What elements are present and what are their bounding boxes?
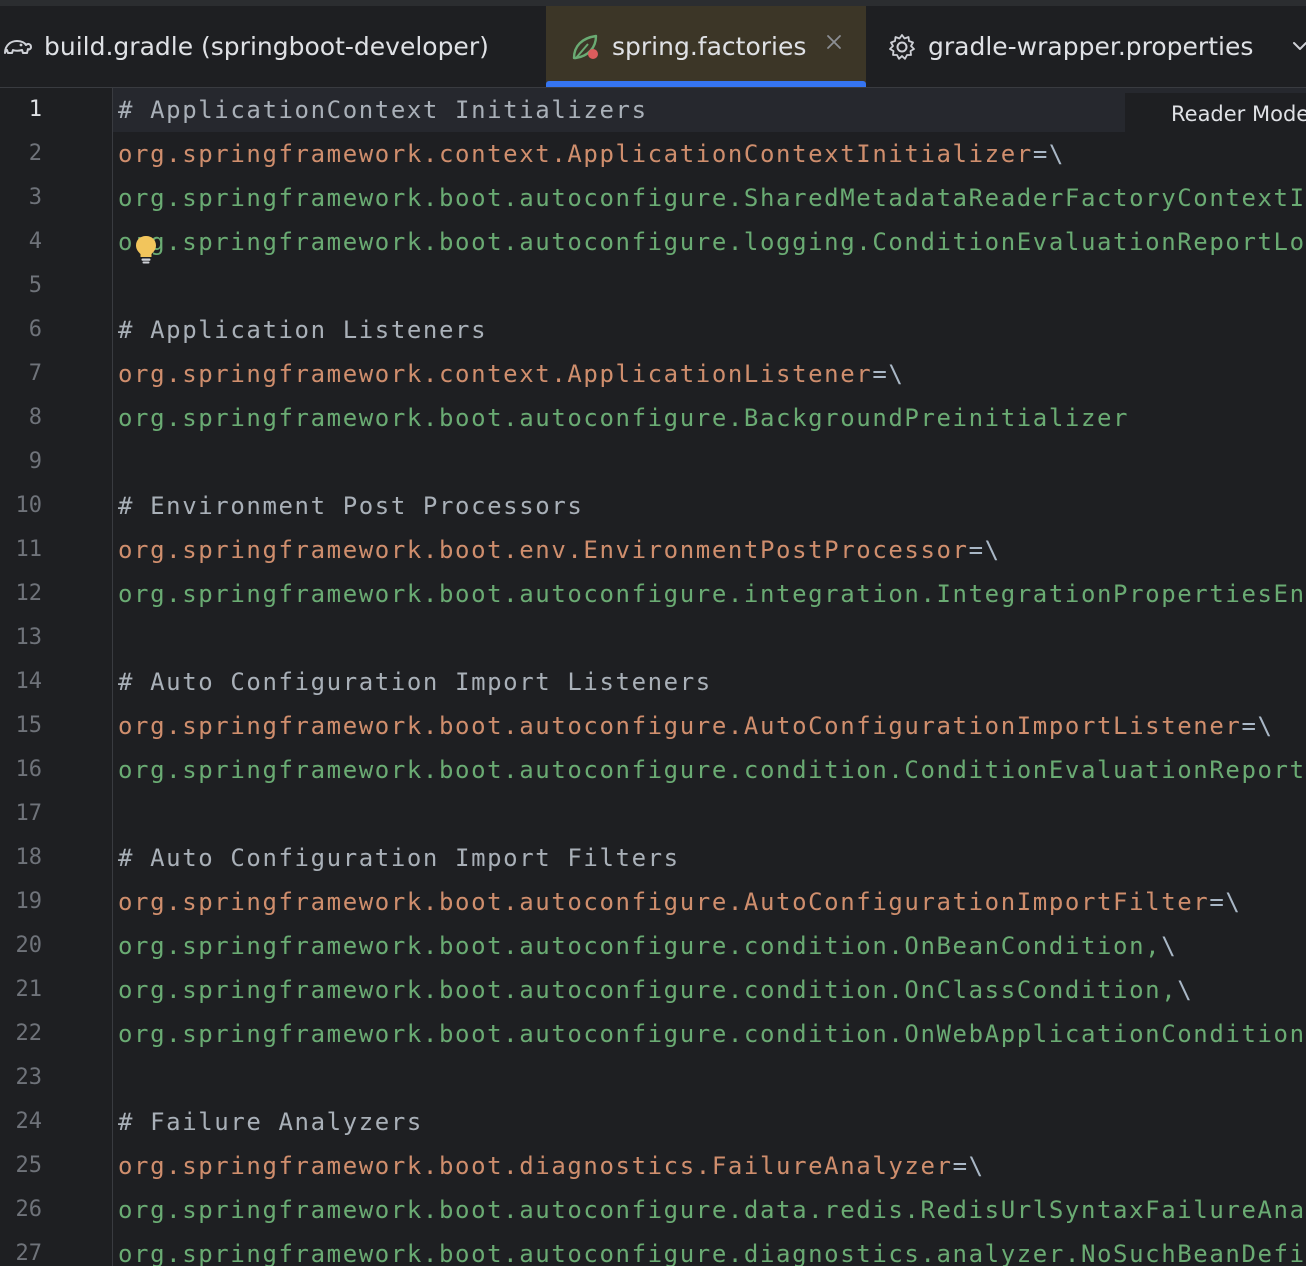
code-line[interactable]: org.springframework.boot.env.Environment… [118,528,1001,572]
line-number: 23 [15,1065,43,1090]
line-number: 22 [15,1021,43,1046]
continuation-separator: =\ [1032,140,1065,168]
property-value: org.springframework.boot.autoconfigure.d… [118,1196,1306,1224]
continuation-separator: \ [1177,976,1194,1004]
line-number: 13 [15,625,43,650]
property-value: org.springframework.boot.autoconfigure.c… [118,1020,1306,1048]
close-icon[interactable] [822,30,846,54]
line-number: 3 [28,185,42,210]
continuation-separator: =\ [968,536,1001,564]
line-number: 7 [28,361,42,386]
line-number: 2 [28,141,42,166]
code-line[interactable]: org.springframework.boot.autoconfigure.c… [118,924,1177,968]
code-line[interactable]: org.springframework.boot.autoconfigure.c… [118,1012,1306,1056]
line-number: 9 [28,449,42,474]
reader-mode-button[interactable]: Reader Mode [1125,93,1306,135]
code-line[interactable]: org.springframework.context.ApplicationL… [118,352,904,396]
line-number: 17 [15,801,43,826]
continuation-separator: =\ [1209,888,1242,916]
property-value: org.springframework.boot.autoconfigure.c… [118,932,1162,960]
code-line[interactable]: org.springframework.boot.autoconfigure.A… [118,880,1241,924]
code-line[interactable]: org.springframework.boot.autoconfigure.c… [118,968,1193,1012]
code-line[interactable]: org.springframework.boot.autoconfigure.d… [118,1188,1306,1232]
code-line[interactable]: org.springframework.boot.autoconfigure.d… [118,1232,1306,1266]
line-number: 15 [15,713,43,738]
code-line[interactable]: org.springframework.boot.autoconfigure.A… [118,704,1274,748]
line-number: 4 [28,229,42,254]
line-number-gutter[interactable]: 1 2 3 4 5 6 7 8 9 10 11 12 13 14 15 16 17 18 19 20 21 22 23 24 2… [0,88,113,1266]
line-number: 16 [15,757,43,782]
line-number: 8 [28,405,42,430]
chevron-down-icon[interactable] [1290,36,1306,56]
line-number: 24 [15,1109,43,1134]
line-number: 21 [15,977,43,1002]
tab-build-gradle[interactable]: build.gradle (springboot-developer) [2,6,489,87]
code-line[interactable]: # ApplicationContext Initializers [118,88,648,132]
line-number: 27 [15,1241,43,1266]
lightbulb-icon[interactable] [133,234,159,264]
line-number: 10 [15,493,43,518]
property-value: org.springframework.boot.autoconfigure.d… [118,1240,1306,1266]
active-tab-underline [546,81,866,87]
property-value: org.springframework.boot.autoconfigure.c… [118,976,1178,1004]
line-number: 11 [15,537,43,562]
code-line[interactable]: org.springframework.boot.autoconfigure.c… [118,748,1306,792]
code-line[interactable]: org.springframework.context.ApplicationC… [118,132,1065,176]
tab-label: build.gradle (springboot-developer) [44,32,489,61]
gear-icon [886,31,918,63]
continuation-separator: =\ [872,360,905,388]
gradle-elephant-icon [2,31,34,63]
property-key: org.springframework.context.ApplicationC… [118,140,1033,168]
reader-mode-label: Reader Mode [1171,102,1306,126]
property-value: org.springframework.boot.autoconfigure.B… [118,404,1130,432]
line-number: 14 [15,669,43,694]
comment-text: # Failure Analyzers [118,1108,423,1136]
continuation-separator: =\ [1241,712,1274,740]
code-line[interactable]: org.springframework.boot.autoconfigure.i… [118,572,1306,616]
comment-text: # ApplicationContext Initializers [118,96,648,124]
line-number: 5 [28,273,42,298]
line-number: 19 [15,889,43,914]
code-line[interactable]: # Environment Post Processors [118,484,583,528]
tab-label: gradle-wrapper.properties [928,32,1254,61]
code-line[interactable]: org.springframework.boot.autoconfigure.l… [118,220,1306,264]
comment-text: # Environment Post Processors [118,492,584,520]
comment-text: # Auto Configuration Import Filters [118,844,680,872]
spring-leaf-icon [570,31,602,63]
property-value: org.springframework.boot.autoconfigure.S… [118,184,1306,212]
code-line[interactable]: # Failure Analyzers [118,1100,423,1144]
code-line[interactable]: org.springframework.boot.diagnostics.Fai… [118,1144,985,1188]
property-key: org.springframework.boot.autoconfigure.A… [118,888,1210,916]
tab-label: spring.factories [612,32,807,61]
code-line[interactable]: org.springframework.boot.autoconfigure.S… [118,176,1306,220]
editor-tab-bar: build.gradle (springboot-developer) spri… [0,6,1306,88]
line-number: 26 [15,1197,43,1222]
line-number: 25 [15,1153,43,1178]
continuation-separator: \ [1161,932,1178,960]
property-key: org.springframework.context.ApplicationL… [118,360,873,388]
property-value: org.springframework.boot.autoconfigure.l… [118,228,1306,256]
property-value: org.springframework.boot.autoconfigure.c… [118,756,1306,784]
property-key: org.springframework.boot.diagnostics.Fai… [118,1152,953,1180]
continuation-separator: =\ [952,1152,985,1180]
code-line[interactable]: # Auto Configuration Import Listeners [118,660,712,704]
code-line[interactable]: # Auto Configuration Import Filters [118,836,680,880]
line-number: 6 [28,317,42,342]
property-value: org.springframework.boot.autoconfigure.i… [118,580,1306,608]
line-number: 20 [15,933,43,958]
comment-text: # Auto Configuration Import Listeners [118,668,712,696]
tab-gradle-wrapper-properties[interactable]: gradle-wrapper.properties [886,6,1253,87]
property-key: org.springframework.boot.autoconfigure.A… [118,712,1242,740]
property-key: org.springframework.boot.env.Environment… [118,536,969,564]
line-number: 1 [28,97,42,122]
tab-spring-factories[interactable]: spring.factories [546,6,866,87]
code-line[interactable]: # Application Listeners [118,308,487,352]
line-number: 12 [15,581,43,606]
code-editor[interactable]: 1 2 3 4 5 6 7 8 9 10 11 12 13 14 15 16 17 18 19 20 21 22 23 24 2… [0,88,1306,1266]
code-line[interactable]: org.springframework.boot.autoconfigure.B… [118,396,1129,440]
comment-text: # Application Listeners [118,316,488,344]
line-number: 18 [15,845,43,870]
